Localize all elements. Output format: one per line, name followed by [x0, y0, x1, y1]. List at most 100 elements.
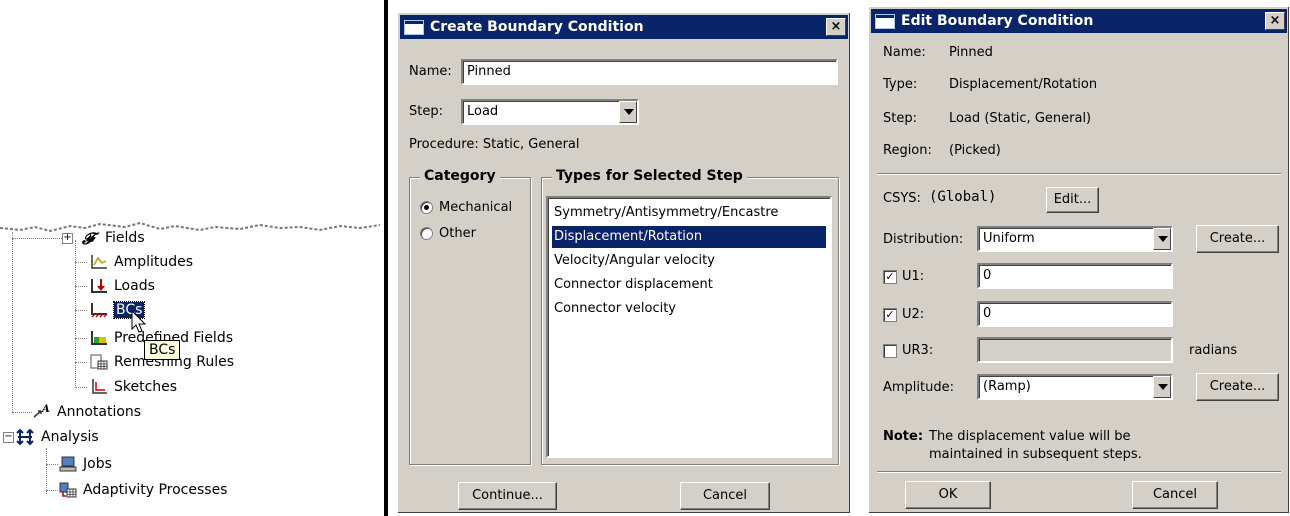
expand-collapse-toggle[interactable]: − — [3, 432, 14, 443]
dialog-titlebar: Edit Boundary Condition × — [871, 9, 1287, 33]
csys-label: CSYS: — [883, 191, 921, 206]
tree-item-fields[interactable]: 𝓕 Fields — [80, 227, 145, 249]
tree-line — [46, 490, 58, 491]
types-list[interactable]: Symmetry/Antisymmetry/Encastre Displacem… — [546, 196, 832, 458]
tree-line — [75, 310, 87, 311]
dialog-title: Create Boundary Condition — [430, 19, 644, 35]
close-button[interactable]: × — [826, 18, 846, 36]
tree-line — [12, 232, 13, 412]
amplitude-select[interactable]: (Ramp) — [977, 374, 1173, 400]
tree-item-label: Adaptivity Processes — [83, 482, 228, 498]
step-select[interactable]: Load — [461, 99, 639, 125]
amplitude-value: (Ramp) — [983, 379, 1031, 394]
tree-item-analysis[interactable]: Analysis — [16, 426, 99, 448]
name-label: Name: — [883, 45, 926, 60]
close-button[interactable]: × — [1265, 12, 1285, 30]
category-title: Category — [420, 168, 500, 184]
list-item[interactable]: Symmetry/Antisymmetry/Encastre — [552, 202, 826, 224]
continue-button[interactable]: Continue... — [458, 482, 557, 510]
amplitude-label: Amplitude: — [883, 380, 954, 395]
note-label: Note: — [883, 429, 924, 444]
model-tree: + − 𝓕 Fields Amplitudes Loads BCs Predef… — [0, 0, 380, 516]
loads-icon — [89, 277, 109, 295]
u2-checkbox[interactable]: ✓ U2: — [883, 307, 924, 322]
u2-input[interactable]: 0 — [977, 301, 1173, 327]
ok-button[interactable]: OK — [905, 481, 991, 509]
fields-icon: 𝓕 — [80, 229, 100, 248]
ur3-label: UR3: — [902, 343, 934, 358]
dialog-title: Edit Boundary Condition — [901, 13, 1094, 29]
types-title: Types for Selected Step — [552, 168, 747, 184]
category-group: Category Mechanical Other — [409, 168, 531, 465]
analysis-icon — [16, 428, 36, 446]
step-value: Load (Static, General) — [949, 111, 1092, 126]
radio-mechanical[interactable]: Mechanical — [420, 200, 512, 215]
ur3-input[interactable] — [977, 337, 1173, 363]
tree-item-jobs[interactable]: Jobs — [58, 453, 112, 475]
window-icon — [875, 13, 895, 29]
annotations-icon: A — [32, 403, 52, 421]
amplitudes-icon — [89, 253, 109, 271]
csys-edit-button[interactable]: Edit... — [1046, 187, 1099, 213]
tree-item-label: Fields — [105, 230, 145, 246]
bcs-icon — [89, 301, 109, 319]
adaptivity-processes-icon — [58, 481, 78, 499]
chevron-down-icon[interactable] — [619, 101, 637, 123]
tree-item-label: Annotations — [57, 404, 142, 420]
svg-text:𝓕: 𝓕 — [81, 229, 100, 247]
csys-value: (Global) — [929, 189, 997, 205]
type-value: Displacement/Rotation — [949, 77, 1098, 92]
ur3-checkbox[interactable]: UR3: — [883, 343, 933, 358]
tree-item-label: Loads — [114, 278, 155, 294]
step-label: Step: — [409, 104, 443, 119]
tree-line — [75, 262, 87, 263]
tree-item-amplitudes[interactable]: Amplitudes — [89, 251, 193, 273]
name-input[interactable]: Pinned — [461, 59, 838, 85]
list-item[interactable]: Velocity/Angular velocity — [552, 250, 826, 272]
separator — [877, 471, 1281, 473]
tree-item-label: Jobs — [83, 456, 112, 472]
radio-label: Mechanical — [439, 200, 513, 215]
procedure-text: Procedure: Static, General — [409, 137, 580, 152]
sketches-icon — [89, 378, 109, 396]
cancel-button[interactable]: Cancel — [1132, 481, 1218, 509]
radians-label: radians — [1189, 343, 1238, 358]
list-item[interactable]: Connector displacement — [552, 274, 826, 296]
radio-unselected-icon — [420, 227, 433, 240]
step-label: Step: — [883, 111, 917, 126]
chevron-down-icon[interactable] — [1153, 228, 1171, 250]
tree-item-sketches[interactable]: Sketches — [89, 376, 177, 398]
name-label: Name: — [409, 64, 452, 79]
tree-item-annotations[interactable]: A Annotations — [32, 401, 141, 423]
u1-checkbox[interactable]: ✓ U1: — [883, 269, 924, 284]
tree-line — [75, 362, 87, 363]
radio-other[interactable]: Other — [420, 226, 476, 241]
u1-input[interactable]: 0 — [977, 263, 1173, 289]
edit-boundary-condition-dialog: Edit Boundary Condition × Name: Pinned T… — [868, 6, 1290, 514]
types-group: Types for Selected Step Symmetry/Antisym… — [541, 168, 839, 465]
expand-collapse-toggle[interactable]: + — [62, 233, 73, 244]
distribution-label: Distribution: — [883, 232, 964, 247]
remeshing-rules-icon — [89, 353, 109, 371]
tree-line — [12, 412, 32, 413]
distribution-create-button[interactable]: Create... — [1196, 225, 1279, 253]
chevron-down-icon[interactable] — [1153, 376, 1171, 398]
amplitude-create-button[interactable]: Create... — [1196, 373, 1279, 401]
step-value: Load — [467, 104, 499, 119]
u2-label: U2: — [902, 307, 925, 322]
list-item[interactable]: Connector velocity — [552, 298, 826, 320]
tree-item-loads[interactable]: Loads — [89, 275, 155, 297]
checkbox-empty-icon — [883, 343, 897, 358]
u1-label: U1: — [902, 269, 925, 284]
tree-item-label: Analysis — [41, 429, 99, 445]
tree-line — [75, 387, 87, 388]
distribution-select[interactable]: Uniform — [977, 226, 1173, 252]
cancel-button[interactable]: Cancel — [680, 482, 770, 510]
type-label: Type: — [883, 77, 918, 92]
tree-item-label: Sketches — [114, 379, 178, 395]
divider — [384, 0, 388, 516]
name-value: Pinned — [949, 45, 993, 60]
tree-item-label: Amplitudes — [114, 254, 194, 270]
list-item-selected[interactable]: Displacement/Rotation — [551, 225, 827, 249]
tree-item-adaptivity-processes[interactable]: Adaptivity Processes — [58, 479, 227, 501]
